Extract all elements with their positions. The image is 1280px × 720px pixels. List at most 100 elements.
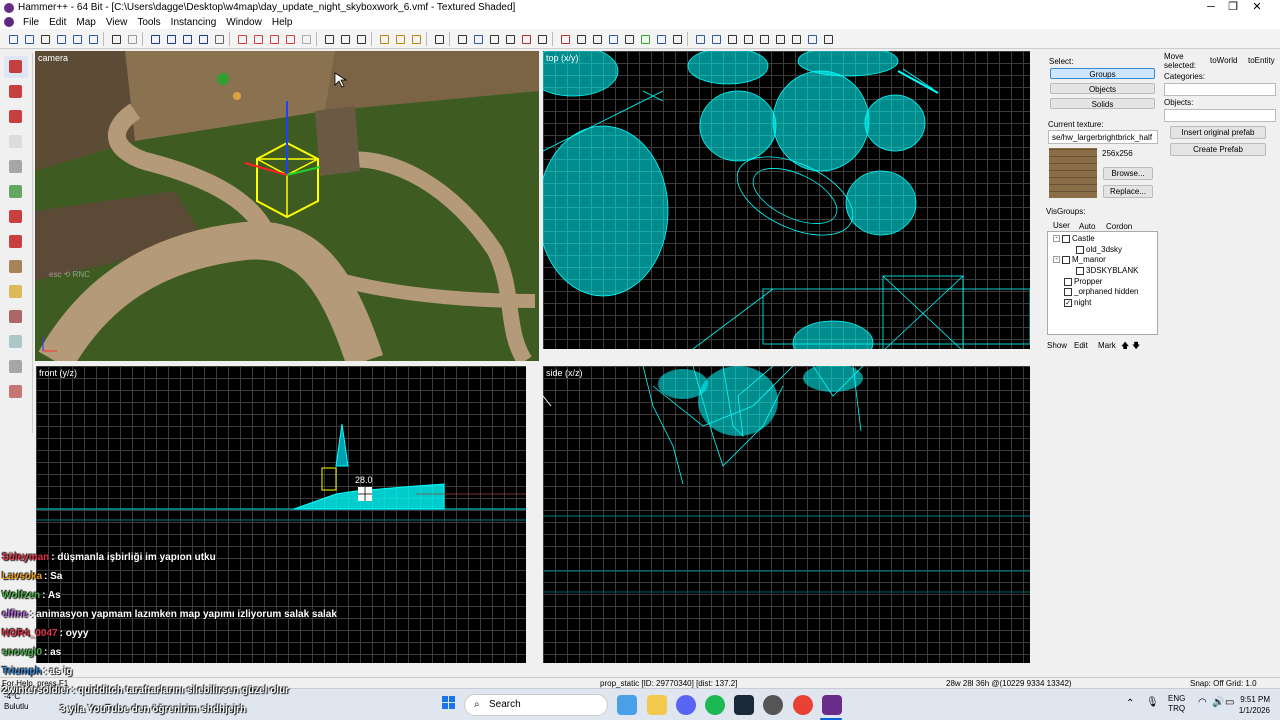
- menu-window[interactable]: Window: [221, 17, 267, 28]
- windows-start-icon[interactable]: [442, 696, 456, 710]
- select-groups-button[interactable]: Groups: [1050, 68, 1155, 79]
- ungroup-icon[interactable]: [86, 32, 99, 45]
- texture-scale-lock-icon[interactable]: [393, 32, 406, 45]
- decal-tool-icon[interactable]: [4, 231, 28, 253]
- select-all-icon[interactable]: [693, 32, 706, 45]
- visgroup-mark-button[interactable]: Mark: [1098, 341, 1116, 350]
- menu-map[interactable]: Map: [71, 17, 100, 28]
- menu-edit[interactable]: Edit: [44, 17, 71, 28]
- entity-tool-icon[interactable]: [4, 131, 28, 153]
- selection-box-icon[interactable]: [432, 32, 445, 45]
- wifi-icon[interactable]: ◠: [1198, 697, 1207, 708]
- magnify-tool-icon[interactable]: [4, 81, 28, 103]
- block-tool-icon[interactable]: [4, 156, 28, 178]
- flip-vertical-icon[interactable]: [535, 32, 548, 45]
- chrome-icon[interactable]: [793, 695, 813, 715]
- undo-icon[interactable]: [109, 32, 122, 45]
- flat-2d-icon[interactable]: [251, 32, 264, 45]
- instance-icon[interactable]: [805, 32, 818, 45]
- sound-browser-icon[interactable]: [670, 32, 683, 45]
- menu-view[interactable]: View: [101, 17, 133, 28]
- align-center-icon[interactable]: [471, 32, 484, 45]
- carve-icon[interactable]: [148, 32, 161, 45]
- close-button[interactable]: ✕: [1234, 0, 1280, 15]
- visgroup-checkbox[interactable]: [1062, 234, 1070, 243]
- browse-button[interactable]: Browse...: [1103, 167, 1153, 180]
- path-tool-icon[interactable]: [4, 331, 28, 353]
- show-all-icon[interactable]: [757, 32, 770, 45]
- check-problems-icon[interactable]: [590, 32, 603, 45]
- visgroup-item[interactable]: ✓ night: [1064, 298, 1091, 307]
- transform-icon[interactable]: [654, 32, 667, 45]
- visgroups-tab-cordon[interactable]: Cordon: [1106, 222, 1132, 231]
- toggle-texture-lock-icon[interactable]: [212, 32, 225, 45]
- displacement-tool-icon[interactable]: [4, 381, 28, 403]
- move-to-world-icon[interactable]: [196, 32, 209, 45]
- visgroup-checkbox-checked[interactable]: ✓: [1064, 298, 1072, 307]
- pointer-tool-icon[interactable]: [4, 56, 28, 78]
- copilot-icon[interactable]: [617, 695, 637, 715]
- tree-expander[interactable]: -: [1053, 256, 1060, 263]
- categories-dropdown[interactable]: [1164, 83, 1276, 96]
- hollow-icon[interactable]: [164, 32, 177, 45]
- lighting-preview-icon[interactable]: [299, 32, 312, 45]
- insert-original-prefab-button[interactable]: Insert original prefab: [1170, 126, 1266, 139]
- visgroup-edit-button[interactable]: Edit: [1074, 341, 1088, 350]
- to-world-button[interactable]: toWorld: [1210, 56, 1237, 65]
- taskbar-search-input[interactable]: ⌕ Search: [464, 694, 608, 716]
- align-left-icon[interactable]: [455, 32, 468, 45]
- visgroup-checkbox[interactable]: [1064, 287, 1072, 296]
- tree-expander[interactable]: -: [1053, 235, 1060, 242]
- textured-2d-icon[interactable]: [267, 32, 280, 45]
- texture-lock-icon[interactable]: [377, 32, 390, 45]
- hide-selected-icon[interactable]: [725, 32, 738, 45]
- texture-application-icon[interactable]: [4, 181, 28, 203]
- go-to-brush-icon[interactable]: [638, 32, 651, 45]
- visgroup-checkbox[interactable]: [1064, 277, 1072, 286]
- entity-report-icon[interactable]: [574, 32, 587, 45]
- to-entity-button[interactable]: toEntity: [1248, 56, 1275, 65]
- grid-larger-icon[interactable]: [38, 32, 51, 45]
- cm-icon[interactable]: [622, 32, 635, 45]
- hammer-taskbar-icon[interactable]: [822, 695, 842, 715]
- top-viewport[interactable]: top (x/y): [543, 51, 1030, 349]
- create-prefab-button[interactable]: Create Prefab: [1170, 143, 1266, 156]
- model-browser-icon[interactable]: [789, 32, 802, 45]
- map-properties-icon[interactable]: [606, 32, 619, 45]
- visgroup-item[interactable]: 3DSKYBLANK: [1076, 266, 1138, 275]
- visgroup-item[interactable]: - M_manor: [1053, 255, 1106, 264]
- steam-icon[interactable]: [734, 695, 754, 715]
- texture-dropdown[interactable]: se/hw_largerbrightbrick_half: [1048, 130, 1158, 144]
- visgroup-item[interactable]: old_3dsky: [1076, 245, 1122, 254]
- visgroups-tab-user[interactable]: User: [1053, 221, 1070, 230]
- spotify-icon[interactable]: [705, 695, 725, 715]
- grid-icon[interactable]: [6, 32, 19, 45]
- particle-icon[interactable]: [821, 32, 834, 45]
- menu-file[interactable]: File: [18, 17, 44, 28]
- menu-tools[interactable]: Tools: [132, 17, 165, 28]
- replace-button[interactable]: Replace...: [1103, 185, 1153, 198]
- visgroup-show-button[interactable]: Show: [1047, 341, 1067, 350]
- select-solids-button[interactable]: Solids: [1050, 98, 1155, 109]
- show-hidden-icons-icon[interactable]: ⌃: [1126, 698, 1134, 709]
- language-indicator[interactable]: ENG TRQ: [1168, 694, 1185, 714]
- copy-icon[interactable]: [338, 32, 351, 45]
- cut-icon[interactable]: [322, 32, 335, 45]
- tie-to-entity-icon[interactable]: [180, 32, 193, 45]
- camera-tool-icon[interactable]: [4, 106, 28, 128]
- select-none-icon[interactable]: [709, 32, 722, 45]
- select-objects-button[interactable]: Objects: [1050, 83, 1155, 94]
- paste-icon[interactable]: [354, 32, 367, 45]
- visgroup-checkbox[interactable]: [1076, 245, 1084, 254]
- run-map-icon[interactable]: [558, 32, 571, 45]
- visgroup-item[interactable]: _orphaned hidden: [1064, 287, 1139, 296]
- objects-dropdown[interactable]: [1164, 109, 1276, 122]
- sprinkle-tool-icon[interactable]: [4, 356, 28, 378]
- visgroups-tab-auto[interactable]: Auto: [1079, 222, 1095, 231]
- github-icon[interactable]: [763, 695, 783, 715]
- grid-smaller-icon[interactable]: [22, 32, 35, 45]
- flip-horizontal-icon[interactable]: [519, 32, 532, 45]
- cordon-icon[interactable]: [773, 32, 786, 45]
- clock[interactable]: 9:51 PM 1/1/2026: [1232, 694, 1270, 716]
- volume-icon[interactable]: 🔊: [1212, 697, 1224, 708]
